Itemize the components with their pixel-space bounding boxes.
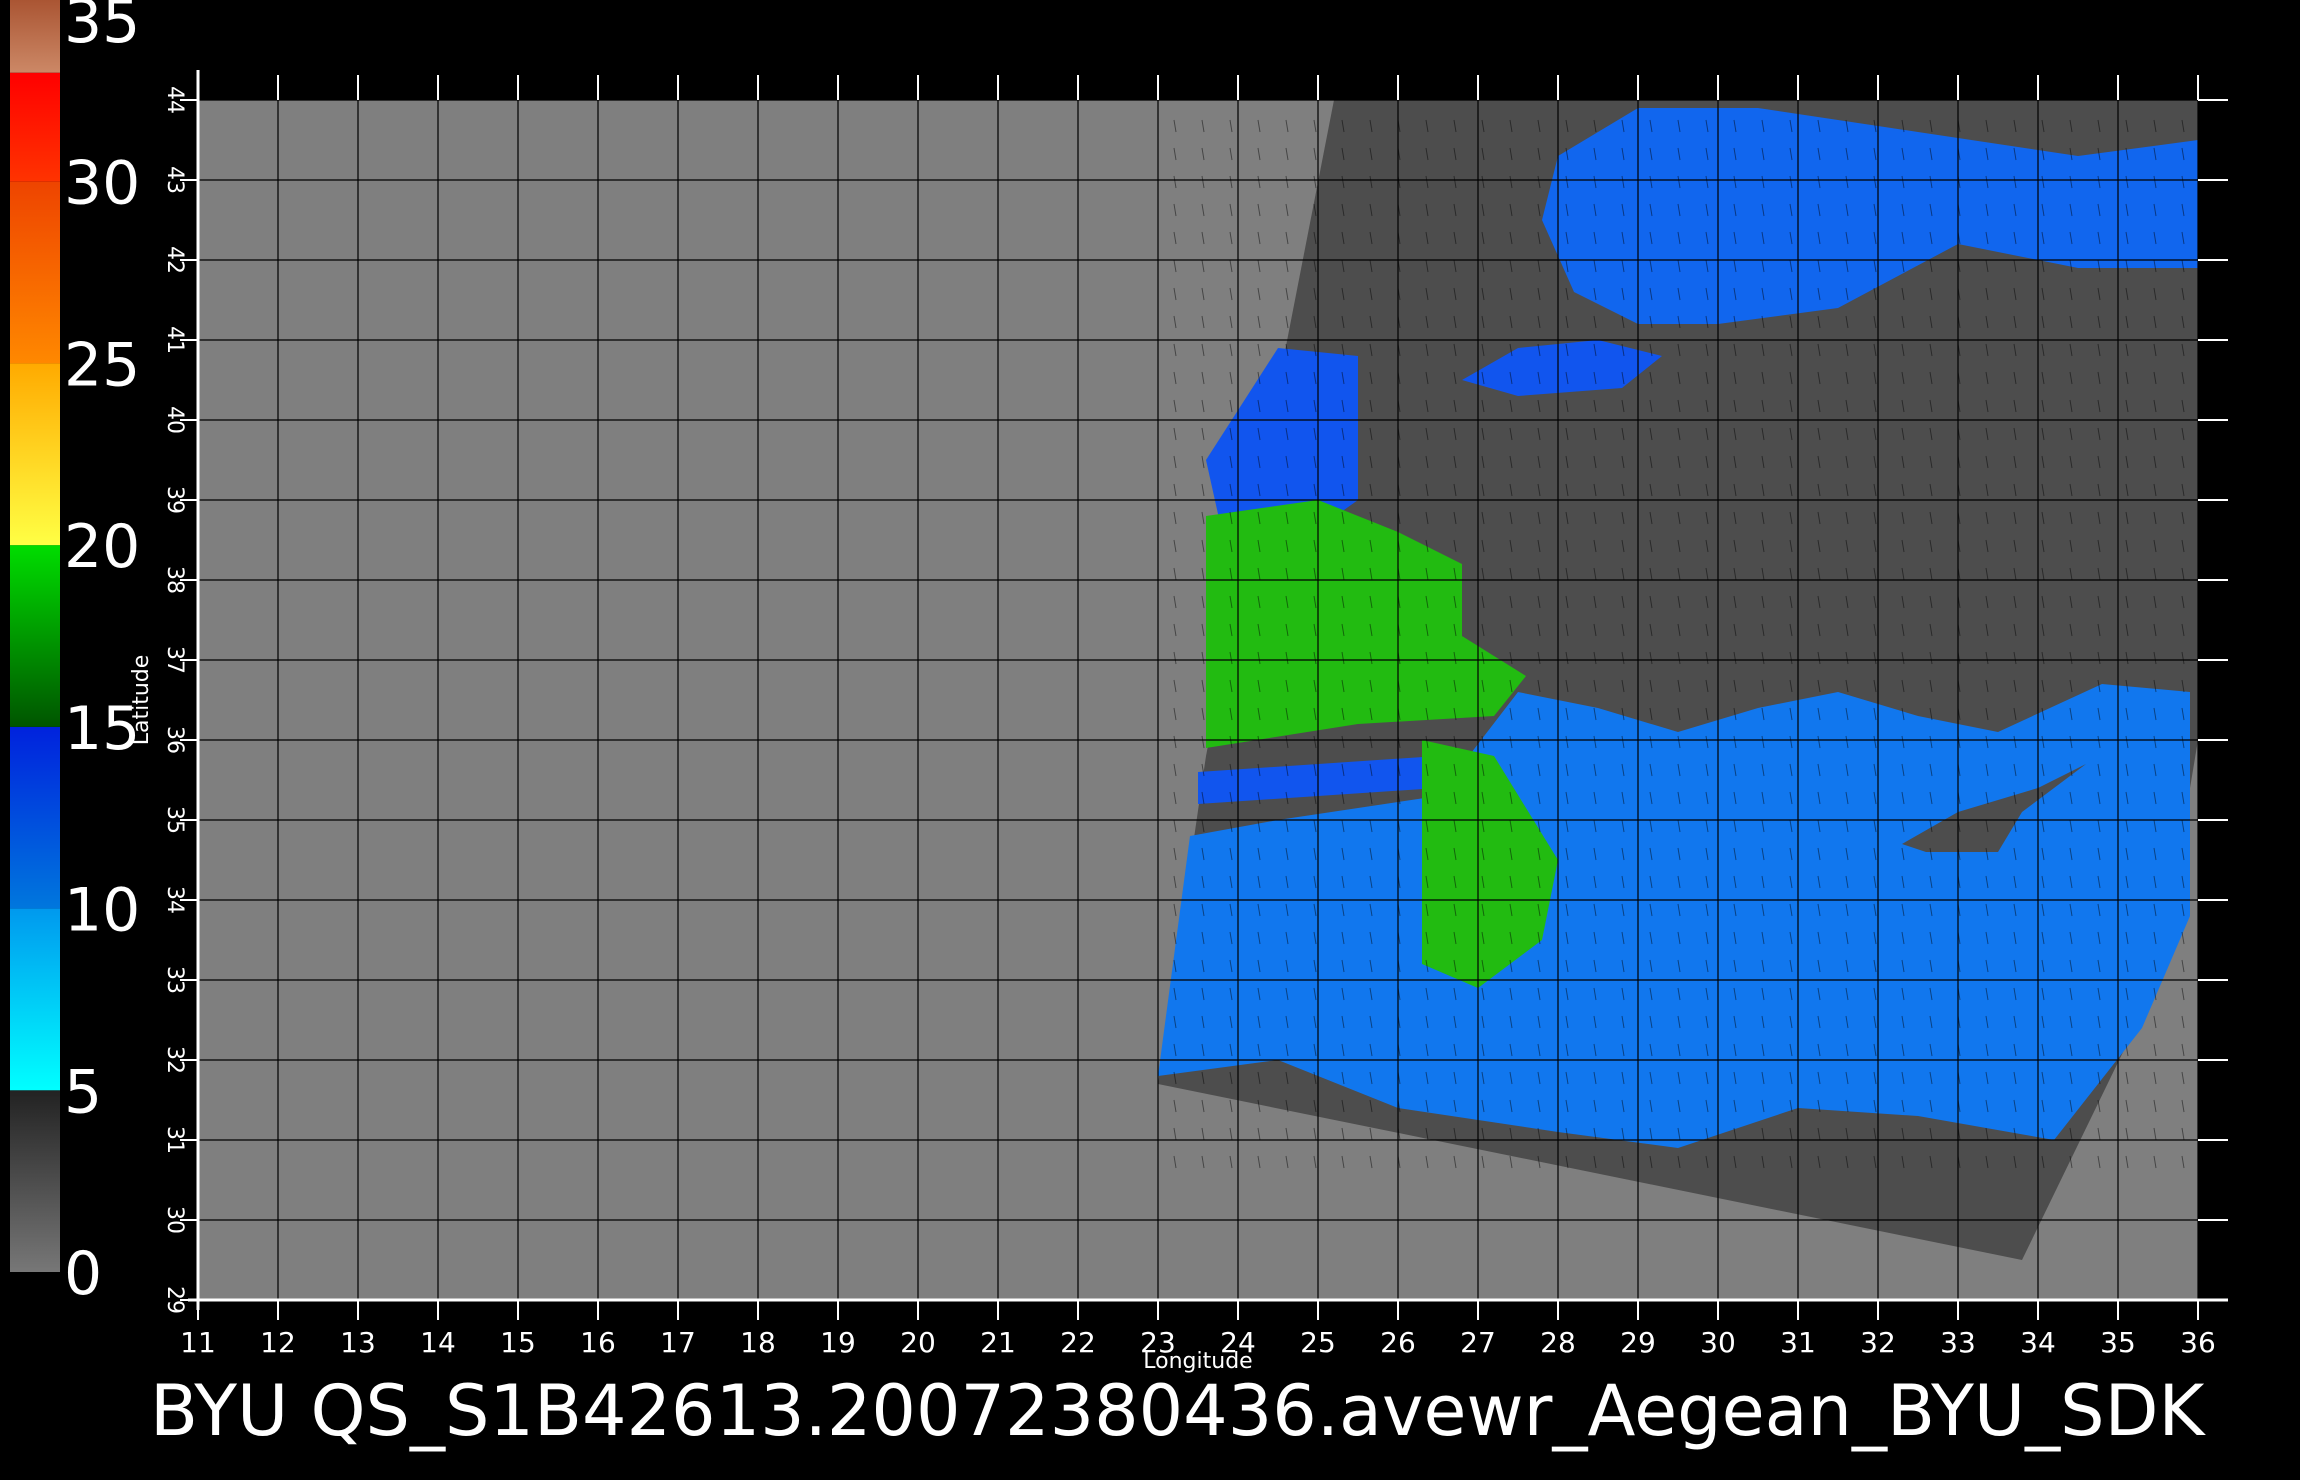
lat-tick-label: 39 <box>162 486 187 514</box>
colorbar-label: 35 <box>64 0 140 57</box>
lon-tick-label: 35 <box>2100 1326 2136 1359</box>
lon-tick-label: 32 <box>1860 1326 1896 1359</box>
lon-tick-label: 14 <box>420 1326 456 1359</box>
lon-tick-label: 17 <box>660 1326 696 1359</box>
colorbar-label: 5 <box>64 1057 102 1127</box>
file-title: BYU QS_S1B42613.20072380436.avewr_Aegean… <box>150 1370 2206 1452</box>
lat-tick-label: 35 <box>162 806 187 834</box>
wind-speed-map-figure: 35302520151050 11 12 13 14 15 16 17 18 19 20 21 22 2… <box>10 0 2228 1452</box>
lat-tick-label: 42 <box>162 246 187 274</box>
lon-tick-label: 20 <box>900 1326 936 1359</box>
lon-tick-label: 18 <box>740 1326 776 1359</box>
lat-tick-label: 44 <box>162 86 187 114</box>
colorbar <box>10 0 60 1272</box>
lat-tick-label: 30 <box>162 1206 187 1234</box>
colorbar-label: 10 <box>64 876 140 946</box>
lon-tick-label: 31 <box>1780 1326 1816 1359</box>
lat-tick-label: 37 <box>162 646 187 674</box>
latitude-axis-title: Latitude <box>129 655 154 746</box>
lon-tick-label: 11 <box>180 1326 216 1359</box>
lon-tick-label: 13 <box>340 1326 376 1359</box>
lat-tick-label: 33 <box>162 966 187 994</box>
lon-tick-label: 27 <box>1460 1326 1496 1359</box>
lat-tick-label: 41 <box>162 326 187 354</box>
lon-tick-label: 16 <box>580 1326 616 1359</box>
colorbar-label: 25 <box>64 330 140 400</box>
colorbar-segment <box>10 545 60 727</box>
lon-tick-label: 28 <box>1540 1326 1576 1359</box>
lon-tick-label: 15 <box>500 1326 536 1359</box>
colorbar-segment <box>10 181 60 364</box>
lon-tick-label: 25 <box>1300 1326 1336 1359</box>
map-area <box>198 100 2198 1300</box>
lon-tick-label: 19 <box>820 1326 856 1359</box>
lon-tick-label: 26 <box>1380 1326 1416 1359</box>
lon-tick-label: 21 <box>980 1326 1016 1359</box>
lon-tick-label: 12 <box>260 1326 296 1359</box>
lon-tick-label: 33 <box>1940 1326 1976 1359</box>
colorbar-label: 30 <box>64 149 140 219</box>
colorbar-segment <box>10 363 60 546</box>
colorbar-segment <box>10 1090 60 1272</box>
lat-tick-label: 32 <box>162 1046 187 1074</box>
lat-tick-label: 43 <box>162 166 187 194</box>
colorbar-segment <box>10 726 60 909</box>
lon-tick-label: 22 <box>1060 1326 1096 1359</box>
colorbar-segment <box>10 0 60 73</box>
lat-tick-label: 29 <box>162 1286 187 1314</box>
lon-tick-label: 29 <box>1620 1326 1656 1359</box>
colorbar-label: 0 <box>64 1239 102 1309</box>
colorbar-label: 20 <box>64 512 140 582</box>
latitude-tick-labels: 29 30 31 32 33 34 35 36 37 38 39 40 41 42 43 44 <box>162 86 187 1314</box>
colorbar-segment <box>10 72 60 182</box>
lat-tick-label: 34 <box>162 886 187 914</box>
lon-tick-label: 34 <box>2020 1326 2056 1359</box>
lon-tick-label: 30 <box>1700 1326 1736 1359</box>
lon-tick-label: 36 <box>2180 1326 2216 1359</box>
lat-tick-label: 40 <box>162 406 187 434</box>
colorbar-segment <box>10 908 60 1091</box>
lat-tick-label: 31 <box>162 1126 187 1154</box>
lat-tick-label: 38 <box>162 566 187 594</box>
colorbar-labels: 35302520151050 <box>64 0 140 1309</box>
lat-tick-label: 36 <box>162 726 187 754</box>
